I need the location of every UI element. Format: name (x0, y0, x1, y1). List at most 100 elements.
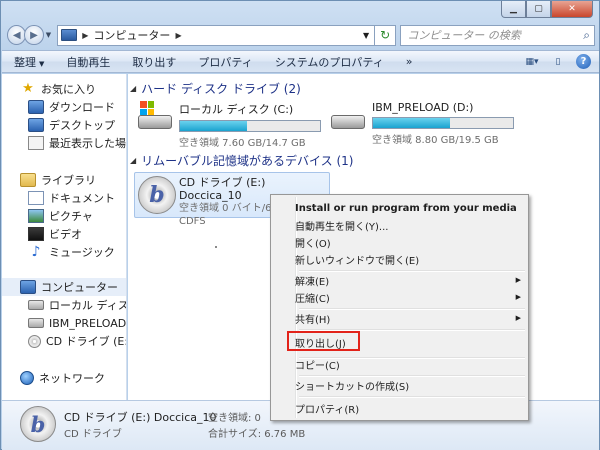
more-commands-button[interactable]: » (406, 55, 413, 68)
breadcrumb-computer[interactable]: コンピューター (93, 27, 170, 43)
drive-free-space: 空き領域 7.60 GB/14.7 GB (179, 138, 306, 149)
properties-button[interactable]: プロパティ (198, 54, 252, 70)
search-input[interactable]: コンピューター の検索 ⌕ (400, 24, 596, 46)
nav-item-ibm-preload[interactable]: IBM_PRELOAD (D:) (2, 314, 127, 332)
nav-item-recent[interactable]: 最近表示した場所 (2, 134, 126, 152)
navigation-row: ◀ ▶ ▼ ▶ コンピューター ▶ ▼ ↻ コンピューター の検索 ⌕ (7, 23, 596, 47)
nav-item-music[interactable]: ♪ ミュージック (2, 243, 126, 261)
cd-disc-icon: b (20, 406, 56, 442)
menu-label: ショートカットの作成(S) (295, 381, 410, 393)
drive-tile-c[interactable]: ローカル ディスク (C:) 空き領域 7.60 GB/14.7 GB (138, 101, 321, 149)
computer-icon (20, 280, 36, 294)
drive-tile-d[interactable]: IBM_PRELOAD (D:) 空き領域 8.80 GB/19.5 GB (331, 101, 514, 146)
menu-item-create-shortcut[interactable]: ショートカットの作成(S) (293, 376, 527, 394)
explorer-window: ▁ ▢ ✕ ◀ ▶ ▼ ▶ コンピューター ▶ ▼ ↻ コンピューター の検索 … (0, 0, 600, 450)
address-dropdown-icon[interactable]: ▼ (358, 31, 374, 40)
nav-label: CD ドライブ (E:) D (46, 335, 126, 348)
address-bar[interactable]: ▶ コンピューター ▶ ▼ (57, 24, 376, 46)
cd-drive-icon (28, 334, 41, 348)
details-total: 合計サイズ: 6.76 MB (208, 429, 306, 440)
menu-item-open-autoplay[interactable]: 自動再生を開く(Y)... (293, 216, 527, 234)
nav-label: IBM_PRELOAD (D:) (49, 316, 127, 330)
downloads-folder-icon (28, 100, 44, 114)
collapse-icon: ◢ (130, 84, 137, 93)
refresh-icon: ↻ (380, 28, 391, 42)
nav-item-downloads[interactable]: ダウンロード (2, 98, 126, 116)
recent-pages-dropdown[interactable]: ▼ (44, 31, 54, 39)
drive-free-space: 空き領域 8.80 GB/19.5 GB (372, 135, 499, 146)
help-icon[interactable]: ? (576, 54, 591, 69)
disc-logo: b (149, 182, 165, 208)
group-header-removable[interactable]: ◢ リムーバブル記憶域があるデバイス (1) (130, 152, 354, 169)
menu-label: Install or run program from your media (295, 202, 517, 214)
forward-button[interactable]: ▶ (24, 25, 44, 45)
usage-bar (372, 117, 514, 129)
menu-item-compress[interactable]: 圧縮(C) ▶ (293, 288, 527, 306)
usage-bar (179, 120, 321, 132)
nav-label: コンピューター (41, 281, 118, 294)
details-free: 空き領域: 0 (208, 413, 261, 424)
search-icon[interactable]: ⌕ (583, 28, 590, 43)
menu-label: 圧縮(C) (295, 293, 330, 305)
menu-separator (299, 396, 525, 398)
menu-item-extract[interactable]: 解凍(E) ▶ (293, 271, 527, 289)
nav-computer[interactable]: コンピューター (2, 278, 126, 296)
windows-logo-icon (140, 101, 154, 115)
nav-item-cd-drive[interactable]: CD ドライブ (E:) D (2, 332, 126, 350)
details-type: CD ドライブ (64, 429, 122, 440)
recent-places-icon (28, 136, 44, 150)
group-header-hdd[interactable]: ◢ ハード ディスク ドライブ (2) (130, 80, 301, 97)
cd-disc-icon: b (138, 176, 176, 214)
stray-dot (215, 246, 217, 248)
nav-item-local-disk[interactable]: ローカル ディスク (C:) (2, 296, 126, 314)
system-properties-button[interactable]: システムのプロパティ (275, 54, 384, 70)
nav-favorites[interactable]: ★ お気に入り (2, 80, 126, 98)
navigation-pane: ★ お気に入り ダウンロード デスクトップ 最近表示した場所 ライブラリ ドキュメ… (2, 74, 127, 400)
highlight-box-eject (287, 331, 360, 351)
nav-label: ダウンロード (49, 101, 115, 114)
collapse-icon: ◢ (130, 156, 137, 165)
nav-item-documents[interactable]: ドキュメント (2, 189, 126, 207)
nav-item-videos[interactable]: ビデオ (2, 225, 126, 243)
menu-item-copy[interactable]: コピー(C) (293, 355, 527, 373)
breadcrumb-separator-icon[interactable]: ▶ (82, 31, 88, 40)
back-arrow-icon: ◀ (12, 29, 21, 41)
hard-disk-icon (331, 101, 367, 131)
menu-label: 自動再生を開く(Y)... (295, 221, 389, 233)
close-button[interactable]: ✕ (551, 1, 593, 18)
menu-label: コピー(C) (295, 360, 340, 372)
view-controls: ▦▾ ▯ ? (524, 54, 599, 69)
submenu-arrow-icon: ▶ (515, 314, 521, 322)
menu-label: 共有(H) (295, 314, 331, 326)
menu-item-install-run[interactable]: Install or run program from your media (293, 199, 527, 217)
nav-item-desktop[interactable]: デスクトップ (2, 116, 126, 134)
group-title: リムーバブル記憶域があるデバイス (1) (141, 154, 354, 168)
chevron-down-icon: ▼ (39, 59, 45, 68)
maximize-button[interactable]: ▢ (526, 1, 551, 18)
details-name: CD ドライブ (E:) Doccica_10 (64, 411, 217, 424)
nav-label: ドキュメント (49, 192, 115, 205)
organize-button[interactable]: 整理 ▼ (14, 54, 44, 70)
menu-item-open[interactable]: 開く(O) (293, 233, 527, 251)
pictures-icon (28, 209, 44, 223)
minimize-button[interactable]: ▁ (501, 1, 526, 18)
drive-name: ローカル ディスク (C:) (179, 103, 294, 116)
nav-label: ローカル ディスク (C:) (49, 299, 126, 312)
eject-button[interactable]: 取り出す (132, 54, 176, 70)
nav-label: ピクチャ (49, 210, 93, 223)
refresh-button[interactable]: ↻ (375, 24, 397, 46)
menu-item-share[interactable]: 共有(H) ▶ (293, 309, 527, 327)
nav-libraries[interactable]: ライブラリ (2, 171, 126, 189)
caption-buttons: ▁ ▢ ✕ (501, 1, 593, 18)
preview-pane-icon[interactable]: ▯ (550, 55, 566, 69)
desktop-icon (28, 118, 44, 132)
nav-network[interactable]: ネットワーク (2, 369, 126, 387)
breadcrumb-separator-icon[interactable]: ▶ (175, 31, 181, 40)
menu-item-properties[interactable]: プロパティ(R) (293, 399, 527, 417)
nav-item-pictures[interactable]: ピクチャ (2, 207, 126, 225)
change-view-icon[interactable]: ▦▾ (524, 55, 540, 69)
menu-label: 解凍(E) (295, 276, 330, 288)
autoplay-button[interactable]: 自動再生 (66, 54, 110, 70)
submenu-arrow-icon: ▶ (515, 293, 521, 301)
menu-item-open-new-window[interactable]: 新しいウィンドウで開く(E) (293, 250, 527, 268)
